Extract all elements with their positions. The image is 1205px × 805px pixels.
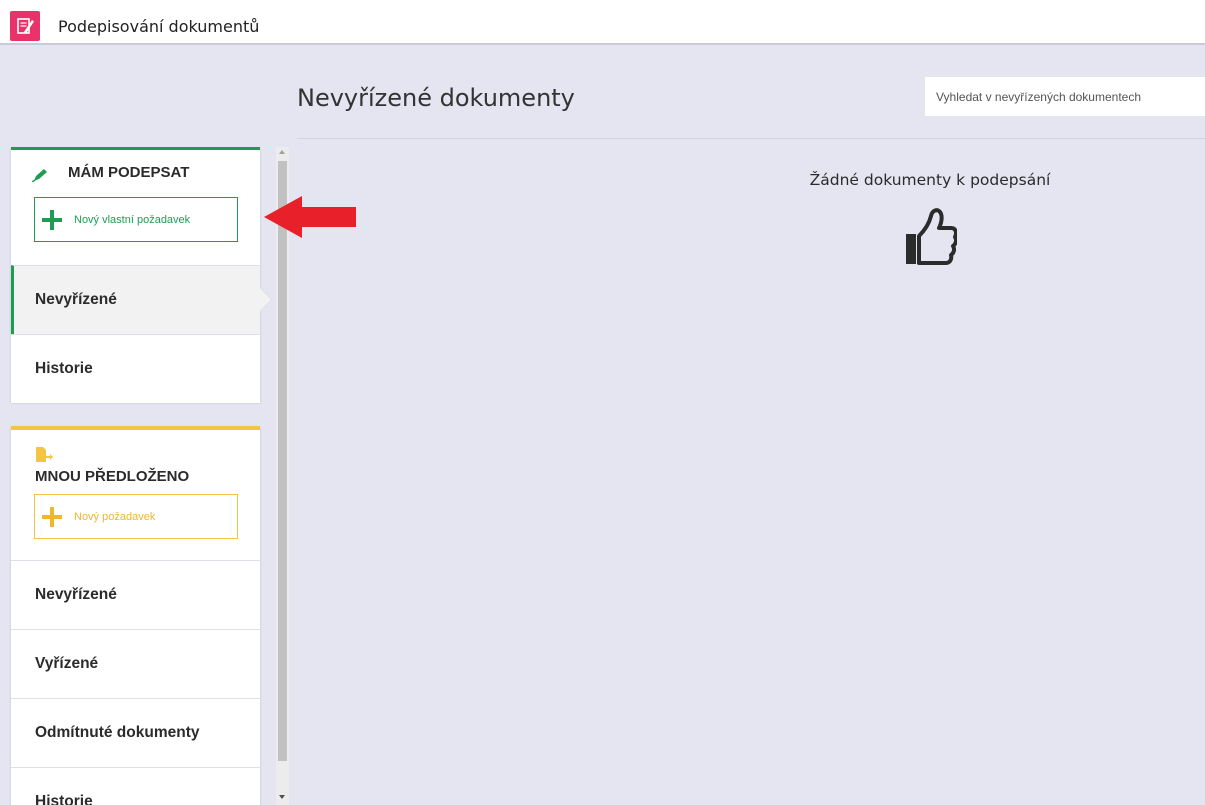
- sidebar-item-submitted-resolved[interactable]: Vyřízené: [11, 629, 260, 698]
- sidebar-item-label: Nevyřízené: [35, 586, 117, 603]
- document-sign-icon: [10, 11, 40, 41]
- sidebar-item-submitted-pending[interactable]: Nevyřízené: [11, 560, 260, 629]
- new-own-request-label: Nový vlastní požadavek: [74, 213, 191, 226]
- thumbs-up-icon: [906, 208, 957, 265]
- scrollbar-thumb[interactable]: [278, 161, 287, 761]
- sidebar-item-sign-history[interactable]: Historie: [11, 334, 260, 403]
- submitted-section-title: MNOU PŘEDLOŽENO: [35, 468, 190, 485]
- red-arrow-annotation-icon: [264, 196, 356, 238]
- new-request-button[interactable]: Nový požadavek: [34, 494, 238, 539]
- divider: [297, 138, 1205, 139]
- plus-icon: [42, 209, 62, 230]
- sidebar-item-label: Vyřízené: [35, 655, 99, 672]
- new-request-label: Nový požadavek: [74, 510, 156, 523]
- plus-icon: [42, 506, 62, 527]
- sidebar-item-sign-pending[interactable]: Nevyřízené: [11, 265, 260, 334]
- scroll-up-arrow-icon[interactable]: [279, 150, 285, 154]
- sign-section-title: MÁM PODEPSAT: [68, 164, 190, 181]
- app-title: Podepisování dokumentů: [58, 17, 260, 36]
- sidebar-item-submitted-history[interactable]: Historie: [11, 767, 260, 805]
- sidebar-item-label: Nevyřízené: [35, 291, 117, 308]
- top-bar: Podepisování dokumentů: [0, 0, 1205, 45]
- sidebar-item-rejected-documents[interactable]: Odmítnuté dokumenty: [11, 698, 260, 767]
- document-forward-icon: [36, 447, 53, 462]
- sidebar-item-label: Odmítnuté dokumenty: [35, 724, 200, 741]
- search-input[interactable]: [925, 77, 1205, 116]
- scroll-down-arrow-icon[interactable]: [279, 795, 285, 799]
- empty-state-message: Žádné dokumenty k podepsání: [809, 171, 1051, 189]
- sidebar-scrollbar[interactable]: [276, 147, 289, 805]
- sign-section-card: MÁM PODEPSAT Nový vlastní požadavek Nevy…: [11, 147, 260, 403]
- sidebar-item-label: Historie: [35, 360, 93, 377]
- pen-icon: [32, 169, 47, 182]
- page-title: Nevyřízené dokumenty: [297, 84, 575, 112]
- submitted-section-card: MNOU PŘEDLOŽENO Nový požadavek Nevyřízen…: [11, 426, 260, 805]
- sidebar-item-label: Historie: [35, 793, 93, 805]
- new-own-request-button[interactable]: Nový vlastní požadavek: [34, 197, 238, 242]
- sign-section-header: MÁM PODEPSAT: [11, 150, 260, 200]
